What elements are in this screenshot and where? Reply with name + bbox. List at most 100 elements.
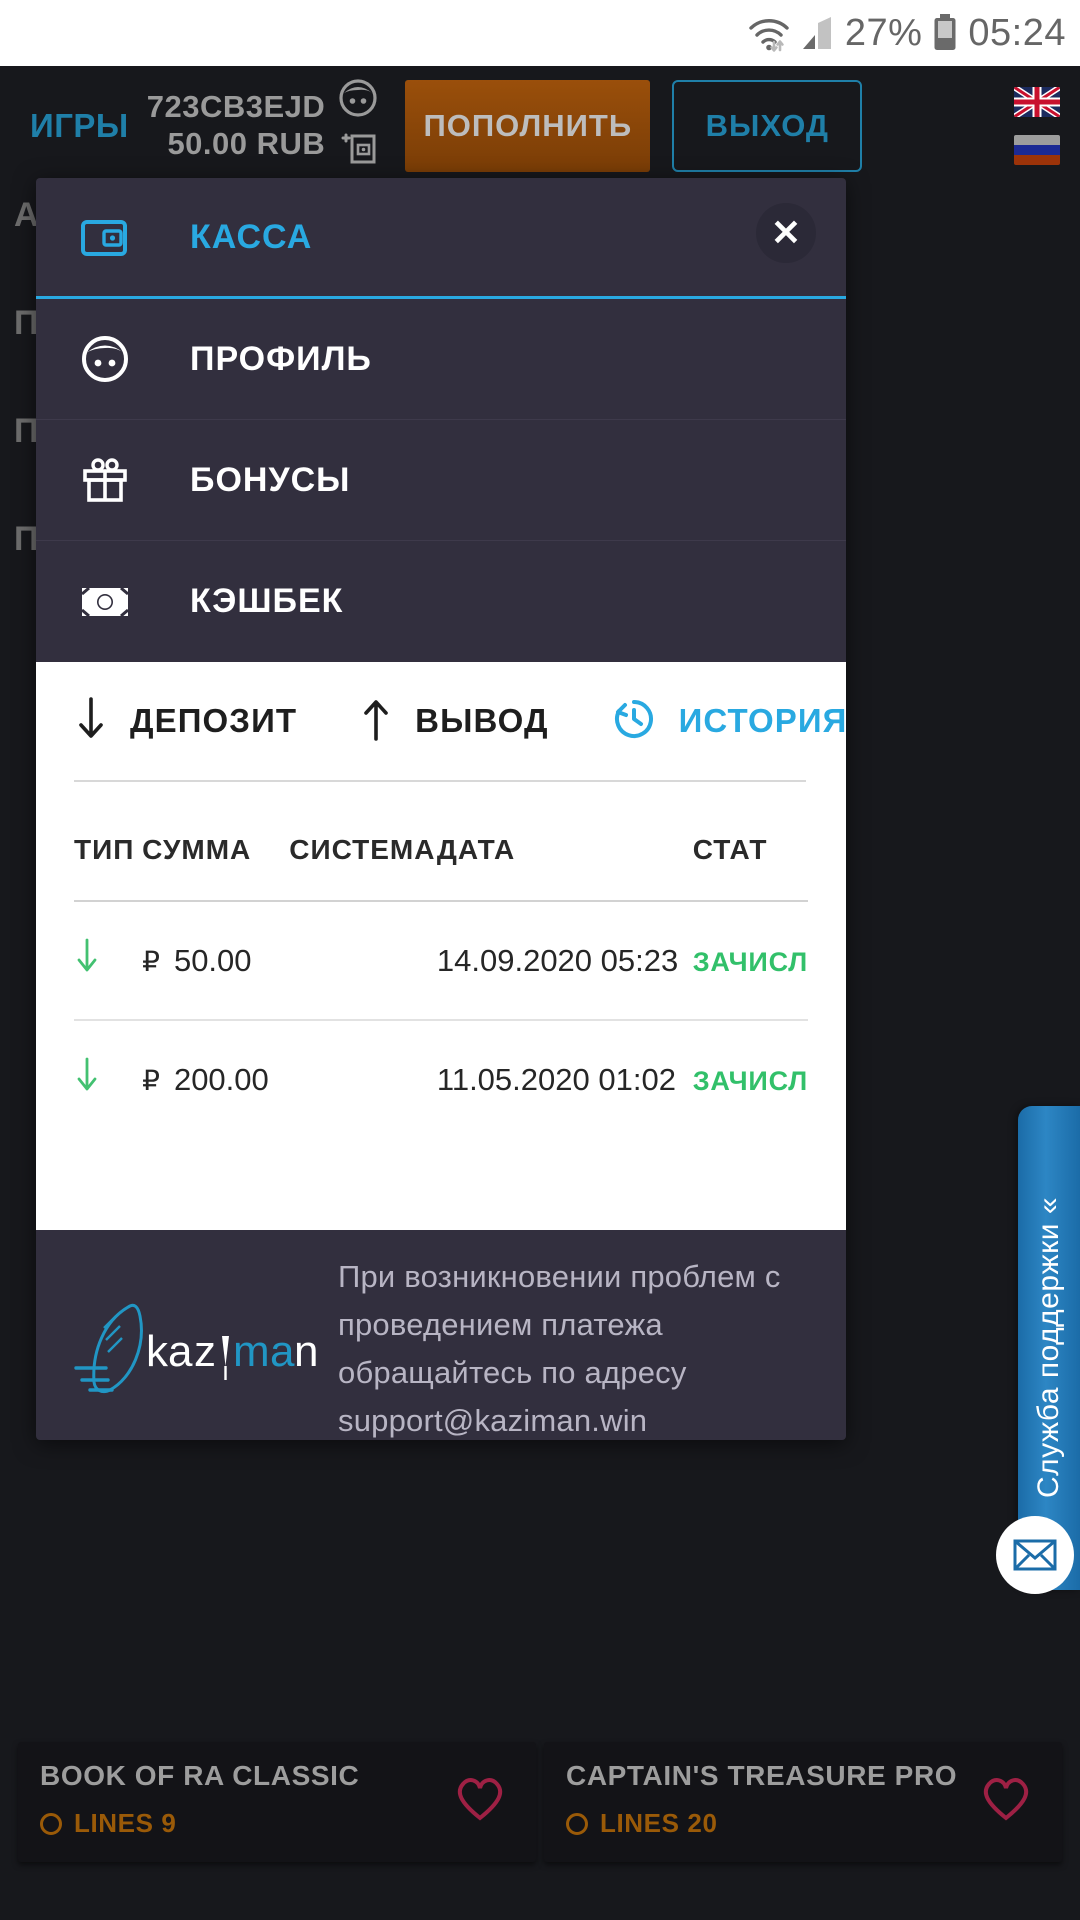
status-badge: ЗАЧИСЛ: [692, 946, 808, 977]
currency-symbol: ₽: [142, 1064, 160, 1096]
status-bar: 27% 05:24: [0, 0, 1080, 66]
tab-history[interactable]: ИСТОРИЯ: [611, 696, 846, 747]
menu-item-bonuses[interactable]: БОНУСЫ: [36, 420, 846, 541]
account-info: 723CB3EJD 50.00 RUB: [147, 89, 326, 162]
lines-circle-icon: [566, 1812, 588, 1835]
menu-item-profile[interactable]: ПРОФИЛЬ: [36, 299, 846, 420]
cashier-panel: ДЕПОЗИТ ВЫВОД ИСТОРИЯ ТИП СУММА СИСТЕМА …: [36, 662, 846, 1230]
menu-item-label: КЭШБЕК: [190, 582, 344, 620]
amount-value: 200.00: [173, 1061, 269, 1097]
game-cards: BOOK OF RA CLASSIC LINES 9 CAPTAIN'S TRE…: [0, 1742, 1080, 1862]
clock-label: 05:24: [968, 11, 1066, 54]
svg-text:n: n: [294, 1327, 318, 1376]
column-header-amount: СУММА: [142, 834, 252, 865]
menu-item-label: ПРОФИЛЬ: [190, 339, 372, 378]
battery-icon: [932, 14, 958, 52]
column-header-status: СТАТ: [692, 834, 768, 865]
menu-item-kassa[interactable]: КАССА: [36, 178, 846, 299]
amount-value: 50.00: [173, 942, 252, 978]
game-title: CAPTAIN'S TREASURE PRO: [566, 1760, 958, 1791]
svg-text:a: a: [270, 1327, 295, 1376]
tab-label: ДЕПОЗИТ: [130, 702, 298, 739]
cashier-tabs: ДЕПОЗИТ ВЫВОД ИСТОРИЯ: [74, 662, 846, 780]
cell-amount: ₽200.00: [142, 1019, 290, 1138]
history-table: ТИП СУММА СИСТЕМА ДАТА СТАТ ₽ 50.00 14.0…: [74, 834, 808, 1138]
game-lines: LINES 9: [40, 1808, 514, 1839]
game-lines-label: LINES 9: [74, 1808, 177, 1838]
heart-icon[interactable]: [454, 1774, 506, 1827]
arrow-up-icon: [359, 696, 393, 747]
account-balance: 50.00 RUB: [167, 126, 326, 161]
lines-circle-icon: [40, 1812, 62, 1835]
game-title: BOOK OF RA CLASSIC: [40, 1760, 360, 1791]
game-lines-label: LINES 20: [600, 1808, 718, 1838]
account-icons: [337, 77, 379, 175]
tabs-divider: [74, 780, 806, 782]
column-header-type: ТИП: [74, 834, 135, 865]
cell-status: ЗАЧИСЛ: [692, 900, 808, 1020]
battery-percent-label: 27%: [844, 11, 923, 54]
gift-icon: [80, 456, 142, 504]
svg-text:a: a: [168, 1327, 193, 1376]
svg-text:k: k: [146, 1327, 169, 1376]
menu-item-cashback[interactable]: КЭШБЕК: [36, 541, 846, 662]
history-clock-icon: [611, 696, 657, 747]
support-tab-label: Служба поддержки «: [1032, 1197, 1065, 1499]
game-lines: LINES 20: [566, 1808, 1040, 1839]
cell-status: ЗАЧИСЛ: [692, 1019, 808, 1138]
game-card[interactable]: CAPTAIN'S TREASURE PRO LINES 20: [544, 1742, 1062, 1862]
tab-label: ИСТОРИЯ: [678, 702, 846, 739]
table-header-row: ТИП СУММА СИСТЕМА ДАТА СТАТ: [74, 834, 808, 901]
tab-withdraw[interactable]: ВЫВОД: [359, 696, 548, 747]
column-header-system: СИСТЕМА: [289, 834, 436, 865]
table-row: ₽50.00 14.09.2020 05:23 ЗАЧИСЛ: [74, 900, 808, 1020]
background-text-3: П: [14, 520, 39, 558]
screen: 27% 05:24 ИГРЫ 723CB3EJD 50.00 RUB ПОПОЛ…: [0, 0, 1080, 1920]
wallet-icon: [80, 215, 142, 259]
flag-ru[interactable]: [1014, 135, 1060, 165]
language-switcher: [1014, 87, 1060, 165]
tab-deposit[interactable]: ДЕПОЗИТ: [74, 696, 297, 747]
flag-uk[interactable]: [1014, 87, 1060, 117]
background-text-0: A: [14, 196, 39, 234]
envelope-icon[interactable]: [996, 1516, 1074, 1594]
column-header-date: ДАТА: [436, 834, 516, 865]
kaziman-logo: k a z m a n: [70, 1294, 320, 1404]
profile-icon: [80, 334, 142, 384]
cell-date: 14.09.2020 05:23: [436, 900, 693, 1020]
cell-system: [289, 900, 437, 1020]
cell-type: [74, 1019, 143, 1138]
arrow-down-icon: [74, 1057, 100, 1101]
app-header: ИГРЫ 723CB3EJD 50.00 RUB ПОПОЛНИТЬ ВЫХОД: [0, 66, 1080, 186]
arrow-down-icon: [74, 938, 100, 982]
heart-icon[interactable]: [980, 1774, 1032, 1827]
cashier-modal: ✕ КАССА ПРОФИЛЬ БОНУСЫ КЭШБЕК ДЕПОЗИТ ВЫ…: [36, 178, 846, 1440]
cell-date: 11.05.2020 01:02: [436, 1019, 693, 1138]
modal-footer: k a z m a n При возникновении проблем с …: [36, 1230, 846, 1440]
add-wallet-icon[interactable]: [337, 130, 379, 175]
cell-type: [74, 900, 143, 1020]
games-link[interactable]: ИГРЫ: [30, 107, 129, 145]
background-text-2: П: [14, 412, 39, 450]
banknote-icon: [80, 585, 142, 619]
menu-item-label: КАССА: [190, 217, 313, 256]
currency-symbol: ₽: [142, 945, 160, 977]
deposit-button[interactable]: ПОПОЛНИТЬ: [405, 80, 651, 172]
support-tab[interactable]: Служба поддержки «: [996, 1106, 1080, 1594]
signal-icon: [801, 15, 835, 51]
exit-button[interactable]: ВЫХОД: [672, 80, 863, 172]
support-message: При возникновении проблем с проведением …: [338, 1258, 781, 1439]
svg-text:z: z: [194, 1327, 216, 1376]
cell-amount: ₽50.00: [142, 900, 290, 1020]
account-id: 723CB3EJD: [146, 89, 326, 125]
table-row: ₽200.00 11.05.2020 01:02 ЗАЧИСЛ: [74, 1019, 808, 1138]
tab-label: ВЫВОД: [415, 702, 549, 739]
menu-item-label: БОНУСЫ: [190, 460, 351, 499]
modal-menu: ✕ КАССА ПРОФИЛЬ БОНУСЫ КЭШБЕК: [36, 178, 846, 662]
cell-system: [289, 1019, 437, 1138]
background-text-1: П: [14, 304, 39, 342]
game-card[interactable]: BOOK OF RA CLASSIC LINES 9: [18, 1742, 536, 1862]
status-badge: ЗАЧИСЛ: [692, 1065, 808, 1096]
wifi-icon: [747, 14, 791, 52]
profile-icon[interactable]: [337, 77, 379, 124]
